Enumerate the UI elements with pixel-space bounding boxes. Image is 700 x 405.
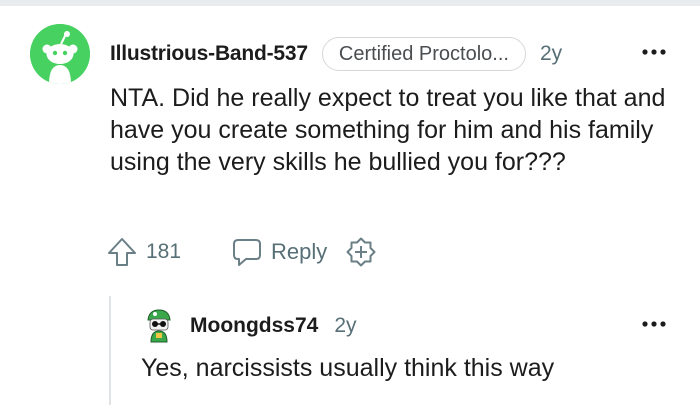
thread-line[interactable] [109, 296, 111, 405]
user-flair: Certified Proctolo... [321, 37, 526, 71]
upvote-arrow-icon [106, 236, 138, 268]
vote-score: 181 [146, 240, 182, 263]
reply-label: Reply [271, 239, 328, 264]
speech-bubble-icon [231, 236, 263, 268]
comment-header: Illustrious-Band-537 Certified Proctolo.… [110, 36, 562, 72]
timestamp[interactable]: 2y [540, 42, 562, 66]
more-horizontal-icon [642, 321, 666, 327]
comment: Illustrious-Band-537 Certified Proctolo.… [0, 0, 700, 405]
snoo-avatar-icon [30, 24, 90, 84]
reply-body: Yes, narcissists usually think this way [141, 354, 555, 382]
award-plus-icon [346, 237, 376, 267]
reply-timestamp[interactable]: 2y [334, 314, 356, 338]
award-button[interactable] [345, 236, 377, 268]
reply-button[interactable]: Reply [231, 236, 327, 268]
username[interactable]: Illustrious-Band-537 [110, 42, 308, 66]
reply-avatar[interactable] [141, 307, 177, 343]
comment-body: NTA. Did he really expect to treat you l… [110, 84, 666, 176]
reply-username[interactable]: Moongdss74 [190, 314, 318, 338]
avatar[interactable] [30, 24, 90, 84]
upvote-button[interactable]: 181 [106, 236, 181, 268]
more-options-button[interactable] [640, 42, 668, 62]
reply-header: Moongdss74 2y [190, 310, 357, 342]
cartoon-avatar-icon [147, 309, 171, 343]
comment-actions: 181 Reply [106, 233, 377, 271]
more-horizontal-icon [642, 49, 666, 55]
reply-more-options-button[interactable] [640, 314, 668, 334]
